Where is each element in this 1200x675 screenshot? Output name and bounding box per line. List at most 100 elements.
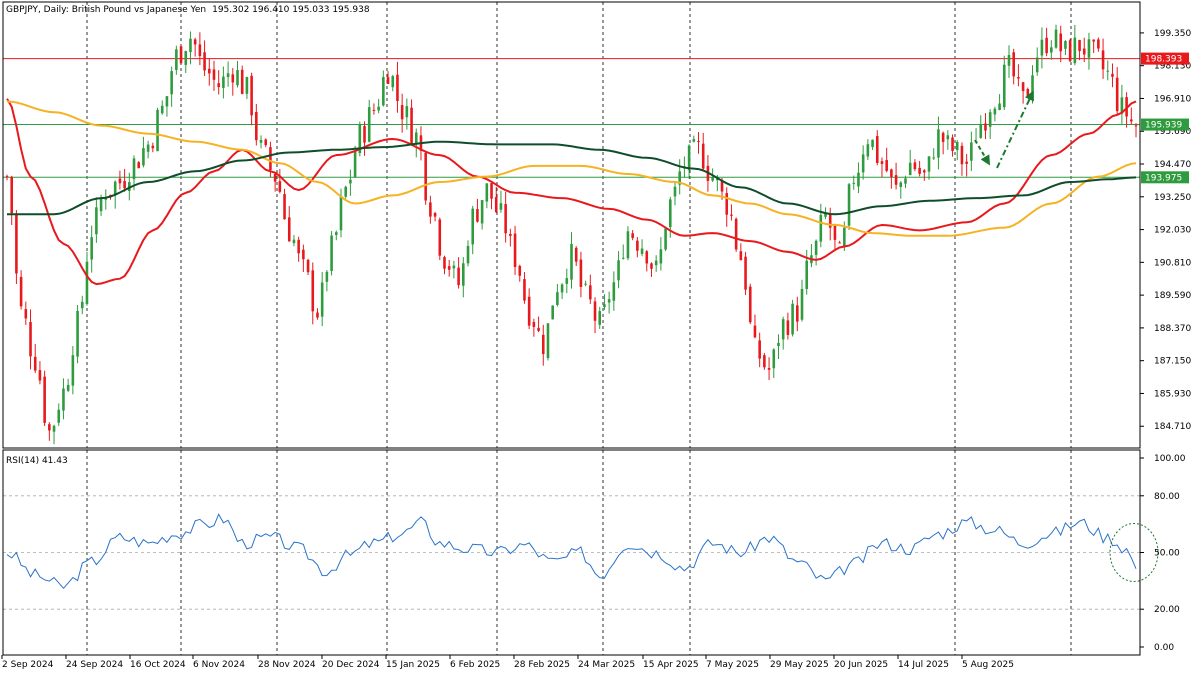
candle xyxy=(871,139,874,150)
candle xyxy=(659,237,663,271)
candle-body xyxy=(673,186,677,197)
candle xyxy=(678,159,681,195)
candle xyxy=(838,240,841,244)
candle-body xyxy=(781,319,785,340)
candle xyxy=(814,239,818,266)
candle xyxy=(913,159,917,172)
candle xyxy=(184,50,188,74)
candle-body xyxy=(160,105,164,114)
candle xyxy=(476,198,479,223)
candle-body xyxy=(48,424,51,431)
candle xyxy=(523,272,526,304)
candle-body xyxy=(137,162,141,169)
candle-body xyxy=(95,207,98,235)
candle-body xyxy=(584,283,587,285)
candle xyxy=(800,279,804,322)
candle-body xyxy=(85,261,89,304)
candle xyxy=(654,255,658,272)
candle-body xyxy=(513,233,517,267)
candle xyxy=(509,228,512,247)
candle xyxy=(612,271,616,311)
candle-body xyxy=(603,304,606,308)
down-arrow xyxy=(974,139,991,166)
candle-body xyxy=(236,70,239,86)
candle-body xyxy=(998,103,1001,110)
candle xyxy=(984,113,987,140)
candle-body xyxy=(1111,73,1114,77)
candle-body xyxy=(287,217,291,242)
candle xyxy=(993,106,997,122)
candle xyxy=(80,295,84,315)
candle-body xyxy=(918,167,921,174)
candle-body xyxy=(372,109,376,111)
candle xyxy=(391,74,395,92)
candle-body xyxy=(231,74,235,83)
candle-body xyxy=(311,270,315,312)
candle-body xyxy=(443,257,446,269)
candle-body xyxy=(222,76,225,88)
candle-body xyxy=(10,176,13,214)
candle xyxy=(1045,27,1048,57)
candle xyxy=(1073,24,1077,66)
candle-body xyxy=(499,203,503,210)
candle-body xyxy=(283,194,286,220)
candle xyxy=(400,93,404,133)
candle-body xyxy=(560,284,564,293)
candle-body xyxy=(767,367,771,370)
candle xyxy=(640,239,644,257)
price-tag-value: 198.393 xyxy=(1145,55,1182,65)
candle-body xyxy=(523,279,526,301)
candle xyxy=(1050,40,1053,60)
candle-body xyxy=(636,240,639,251)
candle xyxy=(292,235,296,247)
candle xyxy=(1120,84,1124,124)
candle xyxy=(499,190,503,213)
candle-body xyxy=(494,197,498,213)
candle-body xyxy=(62,388,65,411)
candle-body xyxy=(151,145,155,149)
candle-body xyxy=(612,282,616,301)
candle-body xyxy=(984,123,987,131)
candle xyxy=(664,227,667,252)
candle-body xyxy=(142,148,145,166)
candle xyxy=(48,422,51,441)
price-tick-label: 192.030 xyxy=(1154,226,1191,236)
candle xyxy=(1031,65,1034,104)
candle xyxy=(123,168,126,192)
candle xyxy=(960,142,964,176)
candle-body xyxy=(546,323,550,359)
candle-body xyxy=(1134,125,1138,127)
candle-body xyxy=(518,265,522,276)
candle xyxy=(744,251,747,296)
candle-body xyxy=(367,107,371,142)
candle xyxy=(857,162,860,194)
price-tick-label: 194.470 xyxy=(1154,160,1191,170)
x-tick-label: 28 Nov 2024 xyxy=(258,660,316,670)
candle-body xyxy=(565,278,569,284)
candle-body xyxy=(80,301,84,309)
candle-body xyxy=(1017,77,1020,79)
candle xyxy=(988,109,992,140)
candle-body xyxy=(904,178,907,184)
candle-body xyxy=(490,183,493,199)
candle-body xyxy=(645,251,649,264)
candle xyxy=(480,200,484,230)
candle xyxy=(175,45,178,75)
candle-body xyxy=(15,213,18,274)
candle xyxy=(890,168,893,189)
candle-body xyxy=(226,73,230,78)
ohlc-values: 195.302 196.410 195.033 195.938 xyxy=(212,5,370,15)
candle xyxy=(504,191,507,243)
candle xyxy=(165,96,169,117)
candle-body xyxy=(424,152,427,201)
candle-body xyxy=(29,322,32,357)
candle xyxy=(513,225,517,275)
candle-body xyxy=(621,257,625,259)
x-tick-label: 20 Dec 2024 xyxy=(322,660,380,670)
candle-body xyxy=(24,309,28,319)
candle-body xyxy=(805,260,809,289)
candle-body xyxy=(857,172,860,187)
candle-body xyxy=(278,181,282,192)
candle xyxy=(264,138,268,148)
candle xyxy=(819,203,823,248)
